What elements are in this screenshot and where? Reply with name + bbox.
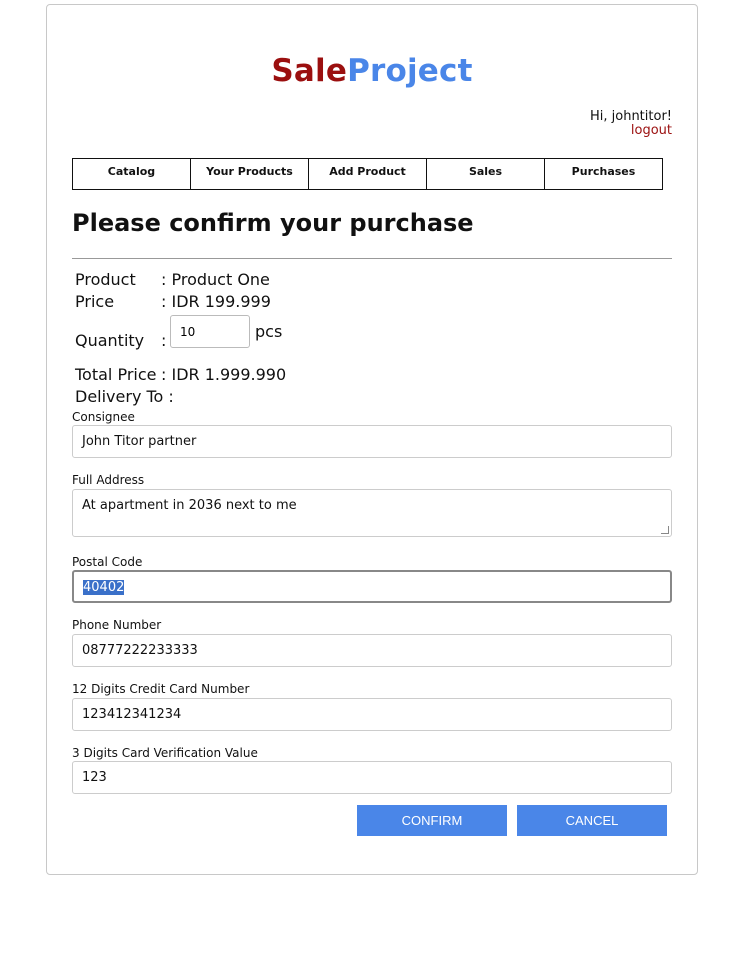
confirm-button[interactable]: CONFIRM (357, 805, 507, 836)
purchase-card: SaleProject Hi, johntitor! logout Catalo… (46, 4, 698, 875)
product-label: Product (75, 270, 136, 289)
nav-tab-your-products[interactable]: Your Products (191, 159, 309, 189)
page-title: Please confirm your purchase (72, 209, 474, 237)
logout-link[interactable]: logout (590, 124, 672, 138)
address-field[interactable]: At apartment in 2036 next to me (72, 489, 672, 537)
postal-code-value: 40402 (83, 580, 125, 595)
consignee-label: Consignee (72, 410, 135, 424)
resize-handle-icon[interactable] (661, 526, 669, 534)
quantity-colon: : (161, 331, 167, 350)
product-value: : Product One (161, 270, 270, 289)
cvv-field[interactable]: 123 (72, 761, 672, 794)
cvv-label: 3 Digits Card Verification Value (72, 746, 258, 760)
total-price-label: Total Price (75, 365, 157, 384)
divider (72, 258, 672, 259)
card-number-field[interactable]: 123412341234 (72, 698, 672, 731)
quantity-label: Quantity (75, 331, 145, 350)
brand-logo-sale: Sale (271, 53, 348, 89)
user-greeting-block: Hi, johntitor! logout (590, 110, 672, 138)
postal-code-label: Postal Code (72, 555, 143, 569)
phone-field[interactable]: 08777222233333 (72, 634, 672, 667)
brand-logo[interactable]: SaleProject (47, 53, 697, 89)
cancel-button[interactable]: CANCEL (517, 805, 667, 836)
consignee-field[interactable]: John Titor partner (72, 425, 672, 458)
delivery-label: Delivery To : (75, 387, 174, 406)
postal-code-field[interactable]: 40402 (72, 570, 672, 603)
quantity-unit: pcs (255, 322, 283, 341)
phone-label: Phone Number (72, 618, 162, 632)
nav-tab-sales[interactable]: Sales (427, 159, 545, 189)
user-greeting: Hi, johntitor! (589, 109, 672, 124)
nav-tab-add-product[interactable]: Add Product (309, 159, 427, 189)
price-label: Price (75, 292, 115, 311)
quantity-input[interactable] (170, 315, 250, 348)
total-price-value: : IDR 1.999.990 (161, 365, 287, 384)
address-label: Full Address (72, 473, 145, 487)
address-value: At apartment in 2036 next to me (82, 498, 297, 513)
main-nav: Catalog Your Products Add Product Sales … (72, 158, 663, 190)
nav-tab-purchases[interactable]: Purchases (545, 159, 662, 189)
card-number-label: 12 Digits Credit Card Number (72, 682, 250, 696)
price-value: : IDR 199.999 (161, 292, 271, 311)
nav-tab-catalog[interactable]: Catalog (73, 159, 191, 189)
brand-logo-project: Project (347, 53, 473, 89)
